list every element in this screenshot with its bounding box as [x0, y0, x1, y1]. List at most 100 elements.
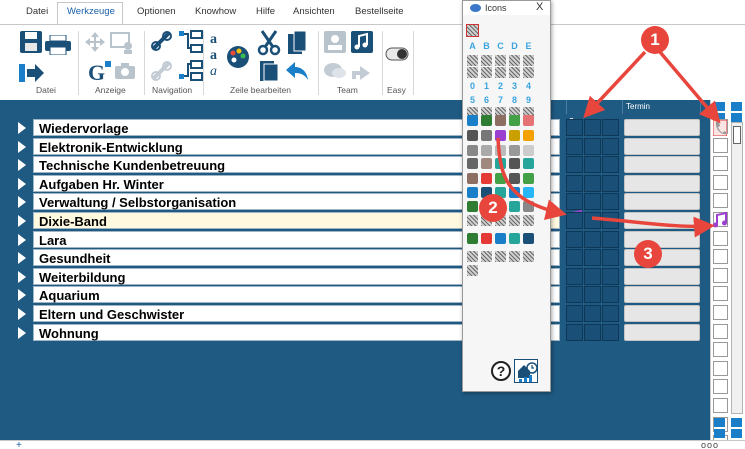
- pattern-cell[interactable]: [495, 251, 506, 262]
- row-icon-box[interactable]: [713, 231, 728, 246]
- symbol-cell-icon[interactable]: [481, 145, 492, 156]
- palette-close-button[interactable]: X: [536, 1, 543, 13]
- letter-cell[interactable]: C: [495, 41, 506, 52]
- app-icon[interactable]: [514, 359, 538, 383]
- status-cell[interactable]: [602, 156, 619, 173]
- symbol-cell-icon[interactable]: [467, 187, 478, 198]
- symbol-cell-icon[interactable]: [523, 130, 534, 141]
- pattern-cell[interactable]: [467, 67, 478, 78]
- screen-user-icon[interactable]: [110, 30, 134, 54]
- pattern-cell[interactable]: [495, 55, 506, 66]
- row-icon-box[interactable]: [713, 379, 728, 394]
- pattern-cell[interactable]: [481, 55, 492, 66]
- symbol-cell-icon[interactable]: [481, 115, 492, 126]
- symbol-cell-icon[interactable]: [509, 187, 520, 198]
- digit-cell[interactable]: 0: [467, 81, 478, 92]
- letter-cell[interactable]: E: [523, 41, 534, 52]
- status-cell[interactable]: [584, 212, 601, 229]
- scroll-down-button[interactable]: [714, 418, 725, 427]
- camera-icon[interactable]: [114, 62, 136, 80]
- tree-icon[interactable]: [178, 30, 204, 54]
- status-cell[interactable]: [566, 138, 583, 155]
- expand-arrow-icon[interactable]: [18, 308, 26, 320]
- pattern-cell[interactable]: [467, 55, 478, 66]
- symbol-cell-icon[interactable]: [467, 233, 478, 244]
- status-cell[interactable]: [584, 249, 601, 266]
- status-cell[interactable]: [602, 305, 619, 322]
- termin-field[interactable]: [624, 324, 700, 341]
- tab-optionen[interactable]: Optionen: [137, 6, 176, 17]
- tab-werkzeuge[interactable]: Werkzeuge: [67, 6, 115, 17]
- row-icon-box[interactable]: [713, 324, 728, 339]
- symbol-cell-icon[interactable]: [509, 158, 520, 169]
- pattern-cell[interactable]: [509, 55, 520, 66]
- symbol-cell-icon[interactable]: [495, 145, 506, 156]
- google-icon[interactable]: G: [86, 59, 112, 83]
- termin-field[interactable]: [624, 268, 700, 285]
- digit-cell[interactable]: 1: [481, 81, 492, 92]
- print-icon[interactable]: [45, 35, 71, 55]
- row-icon-box[interactable]: [713, 138, 728, 153]
- status-cell[interactable]: [566, 305, 583, 322]
- palette-title-bar[interactable]: Icons X: [463, 1, 550, 15]
- symbol-cell-icon[interactable]: [509, 173, 520, 184]
- expand-arrow-icon[interactable]: [18, 159, 26, 171]
- symbol-cell-icon[interactable]: [495, 130, 506, 141]
- pattern-cell-selected[interactable]: [466, 24, 479, 37]
- help-icon[interactable]: ?: [491, 361, 511, 381]
- row-icon-box[interactable]: [713, 193, 728, 208]
- share-icon[interactable]: [350, 61, 374, 81]
- termin-field[interactable]: [624, 212, 700, 229]
- symbol-cell-icon[interactable]: [509, 233, 520, 244]
- row-icon-box[interactable]: [713, 342, 728, 357]
- move-icon[interactable]: [84, 31, 106, 53]
- digit-cell[interactable]: 4: [523, 81, 534, 92]
- tab-datei[interactable]: Datei: [26, 6, 48, 17]
- symbol-cell-icon[interactable]: [467, 145, 478, 156]
- termin-field[interactable]: [624, 286, 700, 303]
- pattern-cell[interactable]: [467, 265, 478, 276]
- symbol-cell-icon[interactable]: [509, 115, 520, 126]
- pattern-cell[interactable]: [481, 67, 492, 78]
- tab-bestellseite[interactable]: Bestellseite: [355, 6, 404, 17]
- termin-field[interactable]: [624, 156, 700, 173]
- status-cell[interactable]: [566, 268, 583, 285]
- status-cell[interactable]: [584, 156, 601, 173]
- scroll-up-button-2[interactable]: [731, 113, 742, 122]
- status-icons[interactable]: ooo: [701, 440, 719, 449]
- expand-arrow-icon[interactable]: [18, 327, 26, 339]
- symbol-cell-icon[interactable]: [467, 158, 478, 169]
- symbol-cell-icon[interactable]: [523, 187, 534, 198]
- status-cell[interactable]: [602, 119, 619, 136]
- pattern-cell[interactable]: [509, 215, 520, 226]
- scroll-last-button-2[interactable]: [731, 429, 742, 438]
- row-icon-box[interactable]: [713, 305, 728, 320]
- pattern-cell[interactable]: [523, 55, 534, 66]
- row-icon-box[interactable]: [713, 398, 728, 413]
- pattern-cell[interactable]: [467, 215, 478, 226]
- symbol-cell-icon[interactable]: [481, 130, 492, 141]
- row-icon-box[interactable]: [713, 286, 728, 301]
- link-icon[interactable]: [150, 30, 174, 54]
- pattern-cell[interactable]: [523, 215, 534, 226]
- symbol-cell-icon[interactable]: [523, 115, 534, 126]
- pattern-cell[interactable]: [509, 251, 520, 262]
- save-icon[interactable]: [19, 30, 43, 54]
- status-cell[interactable]: [584, 305, 601, 322]
- status-cell[interactable]: [566, 286, 583, 303]
- expand-arrow-icon[interactable]: [18, 178, 26, 190]
- expand-arrow-icon[interactable]: [18, 234, 26, 246]
- digit-cell[interactable]: 6: [481, 95, 492, 106]
- pattern-cell[interactable]: [495, 67, 506, 78]
- expand-arrow-icon[interactable]: [18, 122, 26, 134]
- undo-icon[interactable]: [285, 60, 309, 82]
- music-note-icon[interactable]: [350, 30, 374, 54]
- symbol-cell-icon[interactable]: [495, 233, 506, 244]
- status-cell[interactable]: [584, 193, 601, 210]
- symbol-cell-icon[interactable]: [509, 201, 520, 212]
- expand-arrow-icon[interactable]: [18, 196, 26, 208]
- symbol-cell-icon[interactable]: [467, 173, 478, 184]
- symbol-cell-icon[interactable]: [495, 115, 506, 126]
- add-icon[interactable]: +: [16, 440, 22, 449]
- chat-icon[interactable]: [323, 61, 347, 81]
